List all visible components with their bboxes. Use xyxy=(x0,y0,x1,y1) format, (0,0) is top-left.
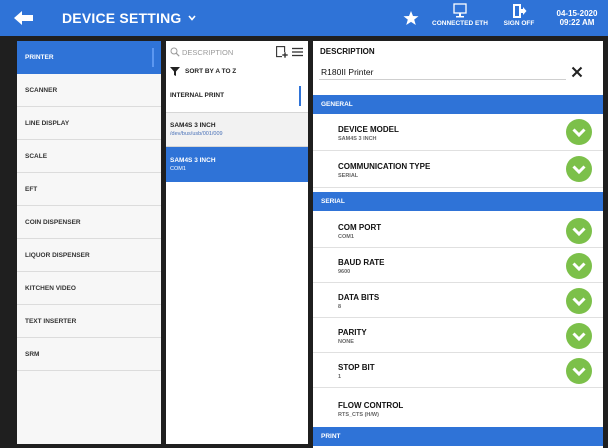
chevron-down-icon[interactable] xyxy=(566,358,592,384)
setting-value: RTS_CTS (H/W) xyxy=(338,412,379,418)
top-bar: DEVICE SETTING CONNECTED ETH SIGN OFF 04… xyxy=(0,0,608,36)
setting-value: COM1 xyxy=(338,234,354,240)
category-printer[interactable]: PRINTER xyxy=(17,41,161,74)
sort-button[interactable]: SORT BY A TO Z xyxy=(166,63,308,79)
setting-value: NONE xyxy=(338,339,354,345)
sign-off-icon xyxy=(513,4,527,18)
setting-row-device-model[interactable]: DEVICE MODEL SAM4S 3 INCH xyxy=(313,114,603,151)
description-field[interactable] xyxy=(319,64,566,80)
category-label: PRINTER xyxy=(25,53,54,61)
date-time: 04-15-2020 09:22 AM xyxy=(550,9,604,27)
back-arrow-icon[interactable] xyxy=(12,9,36,27)
device-list-item[interactable]: INTERNAL PRINT xyxy=(166,79,308,113)
clear-icon[interactable] xyxy=(571,66,583,78)
category-label: EFT xyxy=(25,185,38,193)
search-icon xyxy=(170,47,180,57)
date-text: 04-15-2020 xyxy=(556,9,598,18)
category-line-display[interactable]: LINE DISPLAY xyxy=(17,107,161,140)
setting-label: BAUD RATE xyxy=(338,258,385,267)
time-text: 09:22 AM xyxy=(559,18,595,27)
setting-label: DEVICE MODEL xyxy=(338,125,399,134)
category-eft[interactable]: EFT xyxy=(17,173,161,206)
device-port: COM1 xyxy=(170,166,186,172)
chevron-down-icon[interactable] xyxy=(566,323,592,349)
category-label: KITCHEN VIDEO xyxy=(25,284,76,292)
star-icon[interactable] xyxy=(403,10,419,26)
setting-label: COM PORT xyxy=(338,223,382,232)
category-label: SCALE xyxy=(25,152,48,160)
sign-off-button[interactable]: SIGN OFF xyxy=(498,3,540,33)
category-scale[interactable]: SCALE xyxy=(17,140,161,173)
sign-off-label: SIGN OFF xyxy=(503,20,535,27)
description-label: DESCRIPTION xyxy=(320,47,375,56)
chevron-down-icon[interactable] xyxy=(566,288,592,314)
setting-row-flow-control[interactable]: FLOW CONTROL RTS_CTS (H/W) xyxy=(313,388,603,427)
setting-label: COMMUNICATION TYPE xyxy=(338,162,431,171)
setting-row-com-port[interactable]: COM PORT COM1 xyxy=(313,213,603,248)
setting-value: 9600 xyxy=(338,269,351,275)
selection-marker xyxy=(152,48,154,67)
add-device-icon[interactable] xyxy=(276,46,288,58)
category-scanner[interactable]: SCANNER xyxy=(17,74,161,107)
category-kitchen-video[interactable]: KITCHEN VIDEO xyxy=(17,272,161,305)
device-list-item[interactable]: SAM4S 3 INCH /dev/bus/usb/001/009 xyxy=(166,113,308,147)
category-liquor-dispenser[interactable]: LIQUOR DISPENSER xyxy=(17,239,161,272)
category-label: LIQUOR DISPENSER xyxy=(25,251,90,259)
search-row xyxy=(166,41,308,63)
search-input[interactable] xyxy=(182,44,274,60)
filter-icon xyxy=(170,66,180,76)
chevron-down-icon[interactable] xyxy=(566,218,592,244)
setting-row-data-bits[interactable]: DATA BITS 8 xyxy=(313,283,603,318)
setting-value: 1 xyxy=(338,374,342,380)
connection-label: CONNECTED ETH xyxy=(432,20,488,27)
connection-status-button[interactable]: CONNECTED ETH xyxy=(430,3,490,33)
section-header-serial: SERIAL xyxy=(313,192,603,211)
category-coin-dispenser[interactable]: COIN DISPENSER xyxy=(17,206,161,239)
section-header-general: GENERAL xyxy=(313,95,603,114)
setting-row-stop-bit[interactable]: STOP BIT 1 xyxy=(313,353,603,388)
category-label: LINE DISPLAY xyxy=(25,119,70,127)
page-title: DEVICE SETTING xyxy=(62,10,182,26)
setting-row-parity[interactable]: PARITY NONE xyxy=(313,318,603,353)
device-path: /dev/bus/usb/001/009 xyxy=(170,131,223,137)
chevron-down-icon[interactable] xyxy=(566,253,592,279)
setting-value: SERIAL xyxy=(338,173,359,179)
device-name: SAM4S 3 INCH xyxy=(170,157,216,164)
setting-label: STOP BIT xyxy=(338,363,375,372)
device-name: SAM4S 3 INCH xyxy=(170,122,216,129)
category-label: SRM xyxy=(25,350,40,358)
device-list-item-selected[interactable]: SAM4S 3 INCH COM1 xyxy=(166,147,308,182)
chevron-down-icon[interactable] xyxy=(566,119,592,145)
setting-label: PARITY xyxy=(338,328,367,337)
device-detail-panel: DESCRIPTION GENERAL DEVICE MODEL SAM4S 3… xyxy=(313,41,603,448)
category-srm[interactable]: SRM xyxy=(17,338,161,371)
network-icon xyxy=(453,3,467,18)
sort-label: SORT BY A TO Z xyxy=(185,67,237,75)
menu-icon[interactable] xyxy=(292,47,303,57)
device-name: INTERNAL PRINT xyxy=(170,92,225,99)
setting-row-baud-rate[interactable]: BAUD RATE 9600 xyxy=(313,248,603,283)
setting-row-communication-type[interactable]: COMMUNICATION TYPE SERIAL xyxy=(313,151,603,188)
title-dropdown[interactable]: DEVICE SETTING xyxy=(62,10,197,26)
chevron-down-icon[interactable] xyxy=(566,156,592,182)
setting-label: FLOW CONTROL xyxy=(338,401,404,410)
setting-label: DATA BITS xyxy=(338,293,380,302)
setting-value: SAM4S 3 INCH xyxy=(338,136,377,142)
scroll-indicator xyxy=(299,86,301,106)
chevron-down-icon xyxy=(188,15,197,21)
section-header-print: PRINT xyxy=(313,427,603,446)
category-label: TEXT INSERTER xyxy=(25,317,77,325)
category-text-inserter[interactable]: TEXT INSERTER xyxy=(17,305,161,338)
device-list-panel: SORT BY A TO Z INTERNAL PRINT SAM4S 3 IN… xyxy=(166,41,308,444)
setting-value: 8 xyxy=(338,304,342,310)
category-sidebar: PRINTER SCANNER LINE DISPLAY SCALE EFT C… xyxy=(17,41,161,444)
category-label: SCANNER xyxy=(25,86,58,94)
category-label: COIN DISPENSER xyxy=(25,218,81,226)
